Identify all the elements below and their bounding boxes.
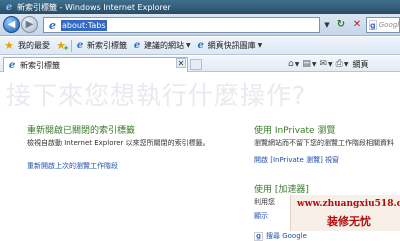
search-placeholder: Google [378,21,400,29]
address-field[interactable]: e about:Tabs [43,17,320,33]
open-inprivate-link[interactable]: 開啟 [InPrivate 瀏覽] 視窗 [254,155,339,165]
chevron-down-icon: ▼ [257,42,263,49]
stop-icon[interactable]: ✕ [350,18,364,32]
search-google-item[interactable]: g 搜尋 Google [254,231,307,241]
new-tab-button[interactable] [190,59,202,70]
refresh-icon[interactable]: ↻ [334,18,348,32]
page-heading: 接下來您想執行什麼操作? [6,81,307,110]
favorites-item-suggested-sites[interactable]: e 建議的網站 ▼ [132,40,191,51]
accelerator-show-link[interactable]: 顯示 [254,211,268,221]
ie-page-icon: e [133,40,141,51]
ie-page-icon: e [76,40,84,51]
tab-row: e 新索引標籤 ✕ ⌂ ▼ ▤ ▼ ✉ ▼ ⎙ ▼ 網頁 [0,56,400,72]
address-row: ◀ ▶ e about:Tabs ▼ ↻ ✕ g Google [0,14,400,36]
ie-logo-icon: e [5,1,13,13]
forward-button[interactable]: ▶ [21,16,38,33]
accelerator-desc: 利用您 [254,198,275,206]
chevron-down-icon: ▼ [186,42,191,49]
home-icon[interactable]: ⌂ ▼ [288,59,299,69]
search-box[interactable]: g Google [366,17,400,33]
ie-page-icon: e [8,59,16,71]
favorites-item-new-tab[interactable]: e 新索引標籤 [75,40,127,51]
tab-label: 新索引標籤 [20,60,60,70]
title-bar: e 新索引標籤 - Windows Internet Explorer [0,0,400,14]
reopen-session-link[interactable]: 重新開啟上次的瀏覽工作階段 [27,161,118,171]
mail-icon[interactable]: ✉ ▼ [319,59,332,69]
command-bar: ⌂ ▼ ▤ ▼ ✉ ▼ ⎙ ▼ 網頁 [288,57,368,71]
reopen-tabs-desc: 檢視自啟動 Internet Explorer 以來您所關閉的索引標籤。 [27,139,210,147]
watermark-url: www.zhuangxiu518.com [297,199,400,209]
inprivate-title: 使用 InPrivate 瀏覽 [254,126,336,136]
address-dropdown-icon[interactable]: ▼ [322,18,332,32]
accelerator-title: 使用 [加速器] [254,185,309,195]
print-icon[interactable]: ⎙ ▼ [336,59,349,69]
address-url[interactable]: about:Tabs [61,20,107,31]
search-google-label: 搜尋 Google [266,232,307,240]
back-button[interactable]: ◀ [3,16,20,33]
favorites-button[interactable]: 我的最愛 [18,40,50,51]
page-icon: e [49,19,56,32]
google-icon: g [254,231,263,241]
reopen-tabs-title: 重新開啟已關閉的索引標籤 [27,126,136,136]
favorites-bar: ★ 我的最愛 ★ + e 新索引標籤 e 建議的網站 ▼ e 網頁快訊圖庫 ▼ [0,37,400,55]
feeds-icon[interactable]: ▤ ▼ [302,59,316,69]
add-favorite-icon[interactable]: ★ + [54,39,69,53]
google-icon: g [369,20,377,30]
tab-close-icon[interactable]: ✕ [176,58,186,68]
favorites-item-label: 網頁快訊圖庫 [207,41,256,50]
watermark: www.zhuangxiu518.com 装修无忧 [290,195,400,231]
favorites-item-web-slice-gallery[interactable]: e 網頁快訊圖庫 ▼ [196,40,263,51]
page-menu[interactable]: 網頁 [352,59,368,70]
ie-page-icon: e [197,40,204,51]
tab-new-tab[interactable]: e 新索引標籤 [3,57,188,72]
watermark-brand: 装修无忧 [327,215,371,228]
favorites-star-icon[interactable]: ★ [2,39,16,53]
favorites-item-label: 建議的網站 [144,41,184,50]
window-title: 新索引標籤 - Windows Internet Explorer [17,2,171,12]
favorites-item-label: 新索引標籤 [87,41,127,50]
favorites-divider [71,39,72,52]
inprivate-desc: 瀏覽網站而不留下您的瀏覽工作階段相關資料 [254,139,394,147]
